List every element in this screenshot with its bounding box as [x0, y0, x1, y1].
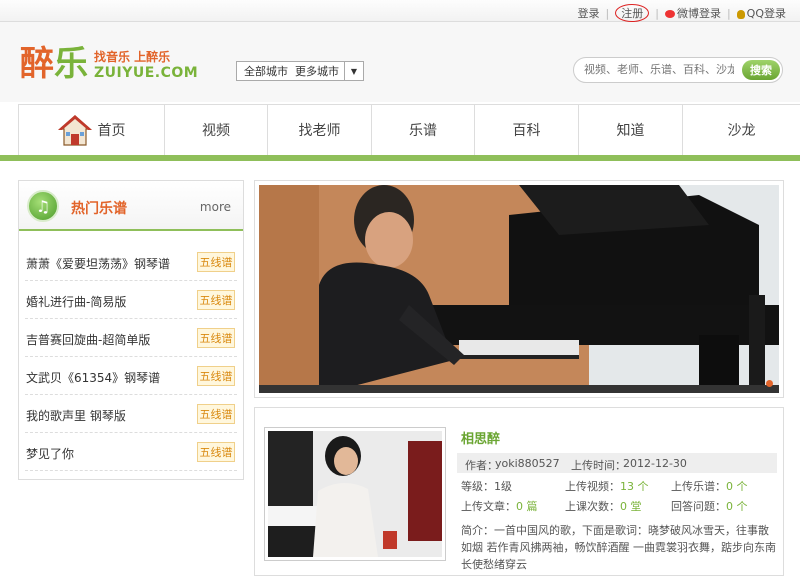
header: 醉乐 找音乐 上醉乐 ZUIYUE.COM 全部城市 更多城市 ▼ 搜索 [0, 22, 800, 102]
score-title[interactable]: 吉普赛回旋曲-超简单版 [26, 331, 150, 348]
nav-item-wiki[interactable]: 百科 [475, 105, 579, 155]
upload-time: 2012-12-30 [623, 457, 687, 470]
score-type-badge[interactable]: 五线谱 [197, 442, 235, 462]
logo[interactable]: 醉乐 找音乐 上醉乐 ZUIYUE.COM [20, 44, 198, 84]
level-value: 1级 [494, 480, 512, 493]
scores-label: 上传乐谱： [671, 480, 726, 493]
search-box: 搜索 [573, 57, 783, 83]
list-item[interactable]: 梦见了你 五线谱 [25, 433, 237, 471]
upload-time-label: 上传时间： [571, 459, 626, 472]
banner-image[interactable] [259, 185, 779, 393]
hot-scores-panel: ♫ 热门乐谱 more 萧萧《爱要坦荡荡》钢琴谱 五线谱 婚礼进行曲-简易版 五… [18, 180, 244, 480]
more-link[interactable]: more [200, 200, 231, 214]
score-type-badge[interactable]: 五线谱 [197, 328, 235, 348]
score-title[interactable]: 我的歌声里 钢琴版 [26, 407, 126, 424]
author-name[interactable]: yoki880527 [495, 457, 560, 470]
qq-icon [736, 9, 745, 19]
main-nav: 首页 视频 找老师 乐谱 百科 知道 沙龙 [18, 104, 800, 156]
divider: | [726, 6, 731, 20]
list-item[interactable]: 文武贝《61354》钢琴谱 五线谱 [25, 357, 237, 395]
score-type-badge[interactable]: 五线谱 [197, 366, 235, 386]
panel-title: 热门乐谱 [71, 201, 127, 217]
lessons-label: 上课次数： [565, 500, 620, 513]
list-item[interactable]: 吉普赛回旋曲-超简单版 五线谱 [25, 319, 237, 357]
search-input[interactable] [584, 63, 734, 76]
articles-label: 上传文章： [461, 500, 516, 513]
divider: | [605, 6, 610, 20]
weibo-icon [664, 10, 675, 18]
score-title[interactable]: 文武贝《61354》钢琴谱 [26, 369, 160, 386]
user-stats: 等级：1级 上传视频：13 个 上传乐谱：0 个 上传文章：0 篇 上课次数：0… [461, 478, 781, 518]
panel-header: ♫ 热门乐谱 more [19, 181, 243, 231]
score-type-badge[interactable]: 五线谱 [197, 404, 235, 424]
scores-count: 0 个 [726, 480, 748, 493]
nav-divider [0, 155, 800, 161]
score-title[interactable]: 萧萧《爱要坦荡荡》钢琴谱 [26, 255, 170, 272]
qq-login-link[interactable]: QQ登录 [736, 5, 786, 21]
nav-item-qa[interactable]: 知道 [579, 105, 683, 155]
score-type-badge[interactable]: 五线谱 [197, 290, 235, 310]
intro-text: 一首中国风的歌，下面是歌词：晓梦破风冰雪天，往事散如烟 若作青风拂两袖，畅饮醉酒… [461, 524, 776, 571]
music-note-icon: ♫ [27, 190, 59, 222]
video-meta: 作者： yoki880527 上传时间： 2012-12-30 [457, 453, 777, 473]
score-title[interactable]: 梦见了你 [26, 445, 74, 462]
chevron-down-icon[interactable]: ▼ [344, 62, 363, 80]
list-item[interactable]: 我的歌声里 钢琴版 五线谱 [25, 395, 237, 433]
piano-girl-illustration [268, 431, 442, 557]
featured-video-card: 相思醉 作者： yoki880527 上传时间： 2012-12-30 等级：1… [254, 407, 784, 576]
nav-item-salon[interactable]: 沙龙 [683, 105, 800, 155]
banner-slideshow[interactable] [254, 180, 784, 398]
nav-item-video[interactable]: 视频 [165, 105, 268, 155]
author-label: 作者： [465, 459, 498, 472]
piano-player-illustration [259, 185, 779, 393]
score-type-badge[interactable]: 五线谱 [197, 252, 235, 272]
answers-label: 回答问题： [671, 500, 726, 513]
slide-indicator-dot[interactable] [766, 380, 773, 387]
list-item[interactable]: 萧萧《爱要坦荡荡》钢琴谱 五线谱 [25, 243, 237, 281]
city-all[interactable]: 全部城市 [237, 63, 288, 79]
answers-count: 0 个 [726, 500, 748, 513]
city-selector[interactable]: 全部城市 更多城市 ▼ [236, 61, 364, 81]
nav-item-home[interactable]: 首页 [19, 105, 165, 155]
logo-mark: 醉乐 [20, 44, 88, 84]
divider: | [655, 6, 659, 20]
nav-item-teacher[interactable]: 找老师 [268, 105, 372, 155]
videos-count: 13 个 [620, 480, 649, 493]
video-thumbnail[interactable] [264, 427, 446, 561]
search-button[interactable]: 搜索 [742, 60, 780, 80]
thumbnail-image[interactable] [268, 431, 442, 557]
video-title[interactable]: 相思醉 [461, 428, 500, 447]
articles-count: 0 篇 [516, 500, 538, 513]
house-icon [57, 115, 92, 146]
register-link[interactable]: 注册 [615, 4, 650, 22]
score-list: 萧萧《爱要坦荡荡》钢琴谱 五线谱 婚礼进行曲-简易版 五线谱 吉普赛回旋曲-超简… [19, 243, 243, 471]
intro-label: 简介： [461, 524, 494, 537]
top-bar: 登录 | 注册 | 微博登录 | QQ登录 [0, 0, 800, 22]
city-more[interactable]: 更多城市 [288, 63, 339, 79]
level-label: 等级： [461, 480, 494, 493]
logo-slogan: 找音乐 上醉乐 ZUIYUE.COM [94, 50, 199, 81]
top-links: 登录 | 注册 | 微博登录 | QQ登录 [578, 4, 786, 22]
list-item[interactable]: 婚礼进行曲-简易版 五线谱 [25, 281, 237, 319]
nav-item-scores[interactable]: 乐谱 [372, 105, 475, 155]
score-title[interactable]: 婚礼进行曲-简易版 [26, 293, 126, 310]
weibo-login-link[interactable]: 微博登录 [664, 5, 721, 21]
video-intro: 简介：一首中国风的歌，下面是歌词：晓梦破风冰雪天，往事散如烟 若作青风拂两袖，畅… [461, 522, 777, 573]
videos-label: 上传视频： [565, 480, 620, 493]
login-link[interactable]: 登录 [578, 5, 600, 21]
lessons-count: 0 堂 [620, 500, 642, 513]
